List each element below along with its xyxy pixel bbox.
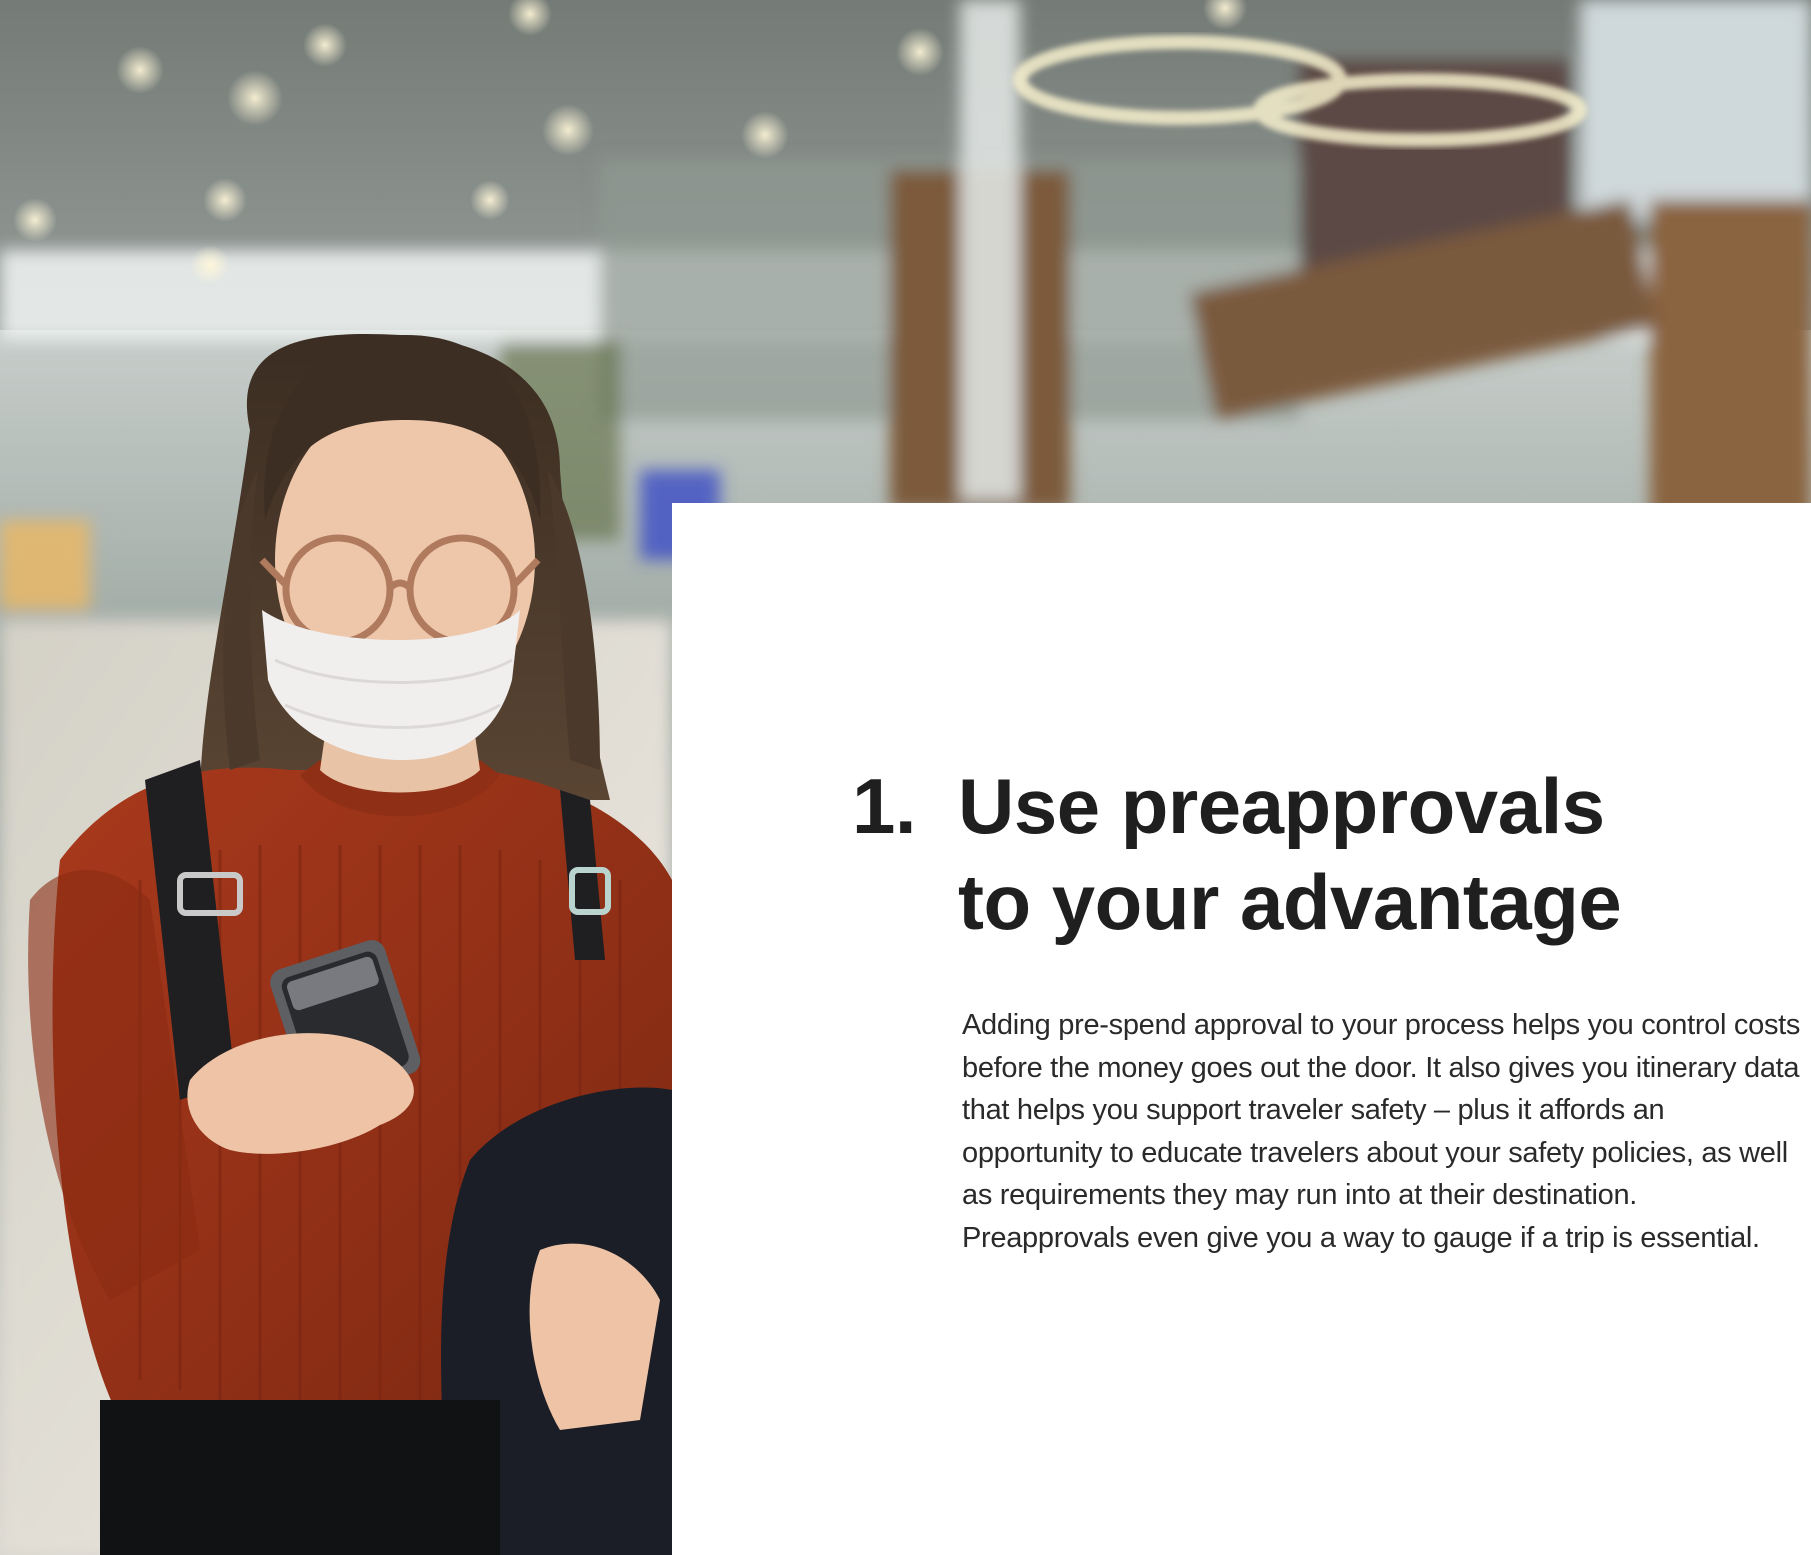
section-title: Use preapprovals to your advantage xyxy=(958,758,1738,950)
section-title-line-1: Use preapprovals xyxy=(958,762,1605,850)
section-body: Adding pre-spend approval to your proces… xyxy=(962,1009,1801,1254)
section-number: 1. xyxy=(852,762,917,850)
section-title-line-2: to your advantage xyxy=(958,858,1622,946)
